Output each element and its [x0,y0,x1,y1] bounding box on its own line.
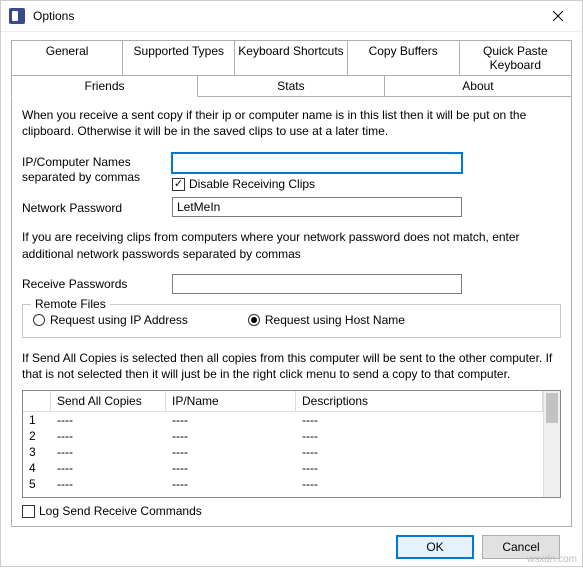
cell-ip-name[interactable]: ---- [166,428,296,444]
remote-files-legend: Remote Files [31,297,110,311]
radio-icon [33,314,45,326]
cell-description[interactable]: ---- [296,444,543,460]
ipnames-label: IP/Computer Names separated by commas [22,153,172,185]
tab-friends[interactable]: Friends [11,75,198,97]
ipnames-input[interactable] [172,153,462,173]
computers-grid[interactable]: Send All Copies IP/Name Descriptions 1--… [22,390,561,498]
close-icon [553,11,563,21]
cell-rownum: 5 [23,476,51,492]
request-ip-radio[interactable]: Request using IP Address [33,313,188,327]
cell-rownum: 2 [23,428,51,444]
disable-receiving-label: Disable Receiving Clips [189,177,315,191]
cell-ip-name[interactable]: ---- [166,460,296,476]
cell-description[interactable]: ---- [296,476,543,492]
cell-send-all-copies[interactable]: ---- [51,460,166,476]
col-ip-name[interactable]: IP/Name [166,391,296,411]
app-icon [9,8,25,24]
scrollbar-thumb[interactable] [546,393,558,423]
cell-ip-name[interactable]: ---- [166,412,296,428]
ok-button[interactable]: OK [396,535,474,559]
receive-passwords-label: Receive Passwords [22,275,172,292]
remote-files-group: Remote Files Request using IP Address Re… [22,304,561,338]
network-password-note: If you are receiving clips from computer… [22,229,561,261]
tab-about[interactable]: About [385,75,572,97]
disable-receiving-checkbox[interactable] [172,178,185,191]
cell-send-all-copies[interactable]: ---- [51,476,166,492]
network-password-input[interactable] [172,197,462,217]
log-commands-label: Log Send Receive Commands [39,504,202,518]
cell-ip-name[interactable]: ---- [166,476,296,492]
cell-rownum: 4 [23,460,51,476]
titlebar: Options [1,1,582,32]
grid-scrollbar[interactable] [543,391,560,497]
tab-general[interactable]: General [11,40,123,76]
tab-strip: General Supported Types Keyboard Shortcu… [11,40,572,97]
request-ip-label: Request using IP Address [50,313,188,327]
col-descriptions[interactable]: Descriptions [296,391,543,411]
cell-rownum: 3 [23,444,51,460]
tab-stats[interactable]: Stats [198,75,385,97]
cell-rownum: 1 [23,412,51,428]
tab-supported-types[interactable]: Supported Types [123,40,235,76]
grid-body: 1------------2------------3------------4… [23,412,543,492]
send-all-copies-note: If Send All Copies is selected then all … [22,350,561,382]
intro-text: When you receive a sent copy if their ip… [22,107,561,139]
options-window: Options General Supported Types Keyboard… [0,0,583,567]
cell-description[interactable]: ---- [296,460,543,476]
cell-send-all-copies[interactable]: ---- [51,444,166,460]
tab-quick-paste-keyboard[interactable]: Quick Paste Keyboard [460,40,572,76]
cell-send-all-copies[interactable]: ---- [51,428,166,444]
grid-header: Send All Copies IP/Name Descriptions [23,391,543,412]
dialog-buttons: OK Cancel [11,527,572,567]
table-row[interactable]: 2------------ [23,428,543,444]
friends-panel: When you receive a sent copy if their ip… [11,97,572,527]
table-row[interactable]: 1------------ [23,412,543,428]
content-area: General Supported Types Keyboard Shortcu… [1,32,582,573]
network-password-label: Network Password [22,199,172,216]
cell-send-all-copies[interactable]: ---- [51,412,166,428]
cell-ip-name[interactable]: ---- [166,444,296,460]
cell-description[interactable]: ---- [296,412,543,428]
request-host-label: Request using Host Name [265,313,405,327]
tab-copy-buffers[interactable]: Copy Buffers [348,40,460,76]
cell-description[interactable]: ---- [296,428,543,444]
table-row[interactable]: 4------------ [23,460,543,476]
tab-keyboard-shortcuts[interactable]: Keyboard Shortcuts [235,40,347,76]
watermark: wsxdn.com [527,554,577,565]
table-row[interactable]: 5------------ [23,476,543,492]
table-row[interactable]: 3------------ [23,444,543,460]
col-rownum[interactable] [23,391,51,411]
radio-icon [248,314,260,326]
receive-passwords-input[interactable] [172,274,462,294]
log-commands-checkbox[interactable] [22,505,35,518]
col-send-all-copies[interactable]: Send All Copies [51,391,166,411]
window-title: Options [33,9,535,23]
request-host-radio[interactable]: Request using Host Name [248,313,405,327]
close-button[interactable] [535,1,580,31]
